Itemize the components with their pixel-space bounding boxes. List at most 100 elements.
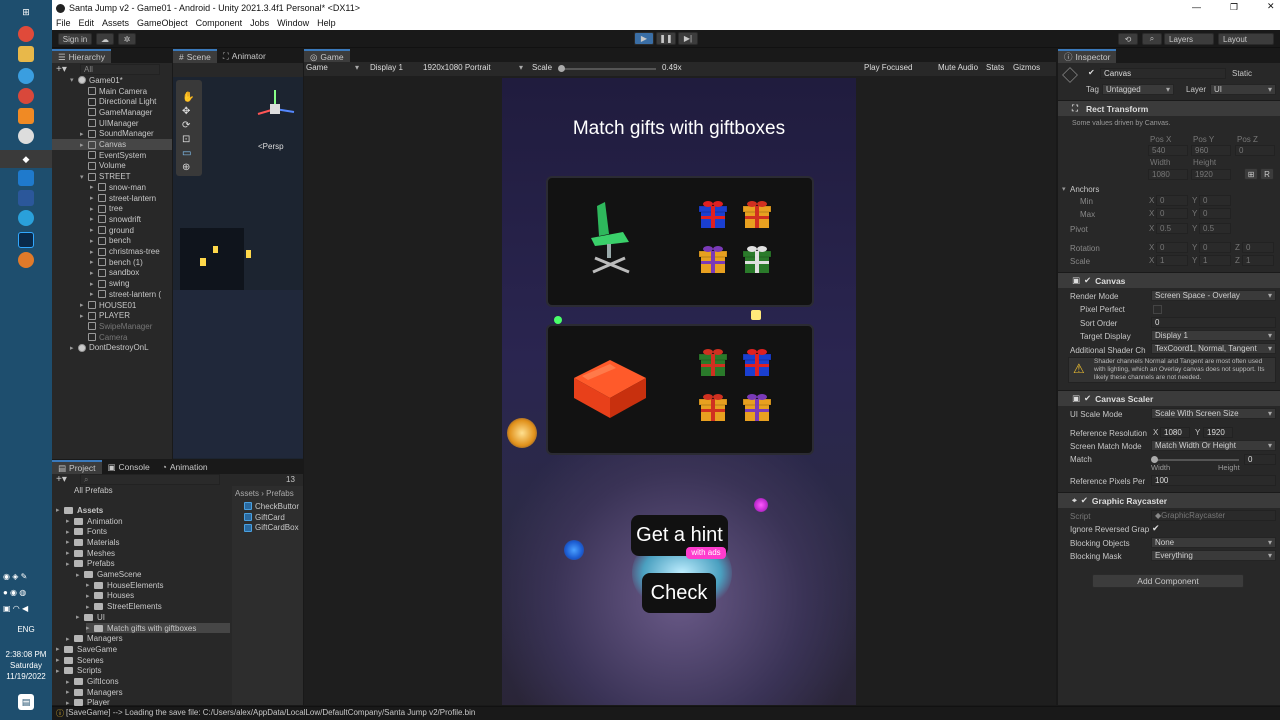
mute-audio-toggle[interactable]: Mute Audio [938,63,978,72]
foldout-arrow-icon[interactable]: ▸ [66,635,74,643]
foldout-arrow-icon[interactable]: ▸ [80,130,88,138]
project-folder[interactable]: ▸ StreetElements [86,601,230,612]
canvas-header[interactable]: ▣ ✔ Canvas [1058,272,1280,288]
project-folder[interactable]: ▸ GiftIcons [66,676,230,687]
hierarchy-item[interactable]: ▾ STREET [80,171,170,182]
chrome-canary-icon[interactable] [18,88,34,104]
unity-hub-icon[interactable] [18,128,34,144]
layer-dropdown[interactable]: UI [1210,84,1276,95]
foldout-arrow-icon[interactable]: ▸ [90,215,98,223]
gift-box-icon[interactable] [698,393,728,423]
windows-start-icon[interactable]: ⊞ [18,4,34,20]
gift-box-icon[interactable] [742,245,772,275]
play-focused-dropdown[interactable]: Play Focused [864,63,912,72]
hierarchy-search-input[interactable]: All [80,64,160,75]
project-folder[interactable]: ▸ Scenes [56,655,230,666]
foldout-arrow-icon[interactable]: ▸ [86,624,94,632]
project-folder[interactable]: ▸ Meshes [66,548,230,559]
ref-ppu-field[interactable]: 100 [1151,475,1276,486]
tab-project[interactable]: ▤ Project [52,460,102,474]
hierarchy-item[interactable]: ▸ snow-man [90,182,170,193]
project-folder[interactable]: ▸ UI [76,612,230,623]
vector-z-field[interactable]: 1 [1242,255,1274,266]
check-button[interactable]: Check [642,573,716,613]
vector-y-field[interactable]: 0.5 [1199,223,1231,234]
vector-y-field[interactable]: 1 [1199,255,1231,266]
cloud-icon[interactable]: ☁ [96,33,114,45]
photoshop-icon[interactable] [18,232,34,248]
foldout-arrow-icon[interactable]: ▸ [90,290,98,298]
hierarchy-item[interactable]: ▾ Game01* [70,75,170,86]
scene-gizmo-icon[interactable] [250,84,300,134]
play-button[interactable]: ▶ [634,32,654,45]
hierarchy-item[interactable]: GameManager [80,107,170,118]
hierarchy-item[interactable]: ▸ Canvas [52,139,172,150]
width-field[interactable]: 1080 [1148,169,1188,180]
tab-animation[interactable]: ◔ Animation [155,460,214,474]
tab-inspector[interactable]: ⓘ Inspector [1058,49,1117,63]
pixel-perfect-checkbox[interactable] [1153,305,1162,314]
language-indicator[interactable]: ENG [0,625,52,634]
rect-tool-icon[interactable]: ▭ [182,148,191,159]
project-folder[interactable]: ▸ Managers [66,687,230,698]
raw-edit-button[interactable]: R [1260,168,1274,180]
vector-x-field[interactable]: 0 [1156,242,1188,253]
hierarchy-item[interactable]: SwipeManager [80,321,170,332]
search-icon[interactable]: ⌕ [1142,33,1162,45]
sort-order-field[interactable]: 0 [1151,317,1276,328]
match-slider-handle[interactable] [1151,456,1158,463]
hierarchy-item[interactable]: ▸ christmas-tree [90,246,170,257]
blueprint-button[interactable]: ⊞ [1244,168,1258,180]
project-folder[interactable]: ▸ Fonts [66,526,230,537]
hand-tool-icon[interactable]: ✋ [182,92,194,103]
foldout-arrow-icon[interactable]: ▸ [66,678,74,686]
foldout-arrow-icon[interactable]: ▸ [70,344,78,352]
tab-console[interactable]: ▣ Console [101,460,156,474]
move-tool-icon[interactable]: ✥ [182,106,190,117]
resolution-dropdown[interactable]: 1920x1080 Portrait [423,63,491,72]
gift-box-icon[interactable] [698,348,728,378]
menu-gameobject[interactable]: GameObject [137,18,188,28]
word-icon[interactable] [18,190,34,206]
close-icon[interactable]: ✕ [1267,1,1275,12]
canvas-scaler-header[interactable]: ▣ ✔ Canvas Scaler [1058,390,1280,406]
persp-label[interactable]: <Persp [258,142,284,151]
vscode-icon[interactable] [18,170,34,186]
project-folder[interactable]: ▸ Assets [56,505,230,516]
vector-x-field[interactable]: 0.5 [1156,223,1188,234]
history-icon[interactable]: ⟲ [1118,33,1138,45]
status-message[interactable]: [SaveGame] --> Loading the save file: C:… [66,708,475,717]
foldout-arrow-icon[interactable]: ▸ [56,656,64,664]
project-folder[interactable]: ▸ Materials [66,537,230,548]
foldout-arrow-icon[interactable]: ▸ [90,269,98,277]
graphic-raycaster-header[interactable]: ⌖ ✔ Graphic Raycaster [1058,492,1280,508]
foldout-arrow-icon[interactable]: ▸ [90,248,98,256]
project-folder[interactable]: ▸ HouseElements [86,580,230,591]
favorites-all-prefabs[interactable]: All Prefabs [74,486,113,495]
foldout-arrow-icon[interactable]: ▸ [80,312,88,320]
hierarchy-item[interactable]: UIManager [80,118,170,129]
shader-channels-dropdown[interactable]: TexCoord1, Normal, Tangent [1151,343,1276,354]
step-button[interactable]: ▶| [678,32,698,45]
signin-button[interactable]: Sign in [58,33,92,45]
prefab-file[interactable]: GiftCardBox [244,522,302,533]
menu-file[interactable]: File [56,18,71,28]
gizmos-dropdown[interactable]: Gizmos [1013,63,1040,72]
foldout-arrow-icon[interactable]: ▸ [66,688,74,696]
hierarchy-item[interactable]: Main Camera [80,86,170,97]
chrome-icon[interactable] [18,26,34,42]
menu-assets[interactable]: Assets [102,18,129,28]
browser-icon[interactable] [18,68,34,84]
foldout-arrow-icon[interactable]: ▸ [80,141,88,149]
menu-component[interactable]: Component [196,18,243,28]
hierarchy-item[interactable]: ▸ HOUSE01 [80,300,170,311]
foldout-arrow-icon[interactable]: ▸ [90,237,98,245]
notifications-icon[interactable]: ▤ [18,694,34,710]
hierarchy-item[interactable]: Camera [80,332,170,343]
hierarchy-item[interactable]: ▸ DontDestroyOnL [70,343,170,354]
vector-x-field[interactable]: 0 [1156,195,1188,206]
foldout-arrow-icon[interactable]: ▸ [66,528,74,536]
scale-slider-track[interactable] [560,68,656,70]
project-folder[interactable]: ▸ SaveGame [56,644,230,655]
vector-y-field[interactable]: 0 [1199,242,1231,253]
